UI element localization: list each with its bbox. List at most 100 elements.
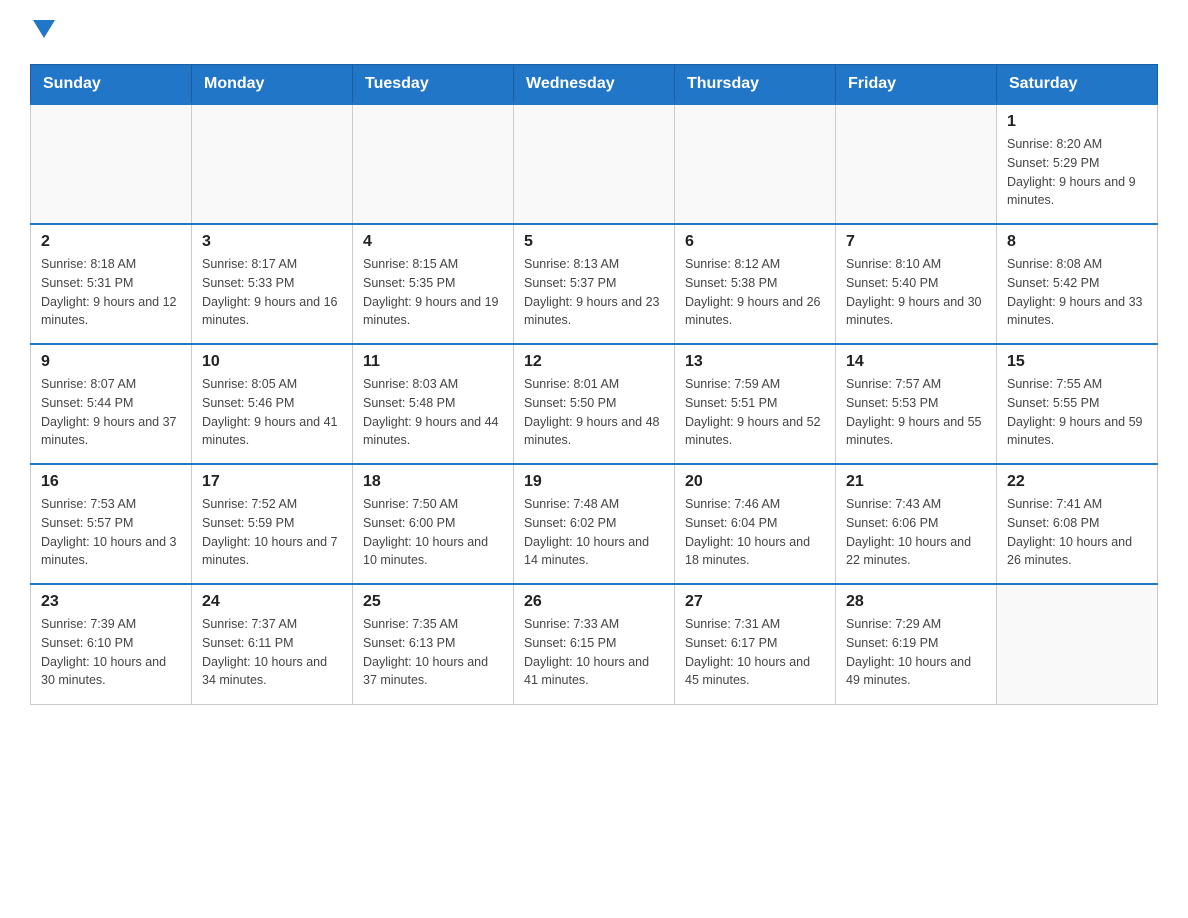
day-number: 2 [41, 233, 181, 251]
day-number: 19 [524, 473, 664, 491]
day-info: Sunrise: 8:01 AM Sunset: 5:50 PM Dayligh… [524, 375, 664, 450]
calendar-week-row: 1Sunrise: 8:20 AM Sunset: 5:29 PM Daylig… [31, 104, 1158, 224]
calendar-cell: 7Sunrise: 8:10 AM Sunset: 5:40 PM Daylig… [836, 224, 997, 344]
weekday-header: Thursday [675, 65, 836, 105]
calendar-cell: 12 Sunrise: 8:01 AM Sunset: 5:50 PM Dayli… [514, 344, 675, 464]
calendar-table: SundayMondayTuesdayWednesdayThursdayFrid… [30, 64, 1158, 705]
calendar-cell [514, 104, 675, 224]
calendar-cell [192, 104, 353, 224]
day-number: 25 [363, 593, 503, 611]
calendar-cell: 1Sunrise: 8:20 AM Sunset: 5:29 PM Daylig… [997, 104, 1158, 224]
day-number: 5 [524, 233, 664, 251]
day-info: Sunrise: 7:37 AM Sunset: 6:11 PM Dayligh… [202, 615, 342, 690]
day-number: 6 [685, 233, 825, 251]
day-info: Sunrise: 7:31 AM Sunset: 6:17 PM Dayligh… [685, 615, 825, 690]
day-info: Sunrise: 7:50 AM Sunset: 6:00 PM Dayligh… [363, 495, 503, 570]
calendar-cell [353, 104, 514, 224]
calendar-cell: 28 Sunrise: 7:29 AM Sunset: 6:19 PM Dayli… [836, 584, 997, 704]
calendar-cell: 24 Sunrise: 7:37 AM Sunset: 6:11 PM Dayli… [192, 584, 353, 704]
day-number: 14 [846, 353, 986, 371]
day-number: 16 [41, 473, 181, 491]
day-number: 3 [202, 233, 342, 251]
calendar-cell: 4Sunrise: 8:15 AM Sunset: 5:35 PM Daylig… [353, 224, 514, 344]
weekday-header: Sunday [31, 65, 192, 105]
day-info: Sunrise: 8:20 AM Sunset: 5:29 PM Dayligh… [1007, 135, 1147, 210]
calendar-cell: 8 Sunrise: 8:08 AM Sunset: 5:42 PM Daylig… [997, 224, 1158, 344]
calendar-week-row: 9 Sunrise: 8:07 AM Sunset: 5:44 PM Daylig… [31, 344, 1158, 464]
day-number: 8 [1007, 233, 1147, 251]
logo-triangle-icon [33, 20, 55, 38]
calendar-week-row: 2 Sunrise: 8:18 AM Sunset: 5:31 PM Daylig… [31, 224, 1158, 344]
day-number: 11 [363, 353, 503, 371]
weekday-header: Saturday [997, 65, 1158, 105]
calendar-cell: 27 Sunrise: 7:31 AM Sunset: 6:17 PM Dayli… [675, 584, 836, 704]
weekday-header: Monday [192, 65, 353, 105]
day-info: Sunrise: 8:17 AM Sunset: 5:33 PM Dayligh… [202, 255, 342, 330]
day-info: Sunrise: 8:05 AM Sunset: 5:46 PM Dayligh… [202, 375, 342, 450]
day-info: Sunrise: 8:03 AM Sunset: 5:48 PM Dayligh… [363, 375, 503, 450]
day-info: Sunrise: 7:48 AM Sunset: 6:02 PM Dayligh… [524, 495, 664, 570]
day-number: 28 [846, 593, 986, 611]
day-info: Sunrise: 8:08 AM Sunset: 5:42 PM Dayligh… [1007, 255, 1147, 330]
calendar-header-row: SundayMondayTuesdayWednesdayThursdayFrid… [31, 65, 1158, 105]
day-info: Sunrise: 8:12 AM Sunset: 5:38 PM Dayligh… [685, 255, 825, 330]
calendar-cell: 5 Sunrise: 8:13 AM Sunset: 5:37 PM Daylig… [514, 224, 675, 344]
calendar-cell: 11 Sunrise: 8:03 AM Sunset: 5:48 PM Dayli… [353, 344, 514, 464]
day-info: Sunrise: 8:13 AM Sunset: 5:37 PM Dayligh… [524, 255, 664, 330]
calendar-cell [836, 104, 997, 224]
weekday-header: Friday [836, 65, 997, 105]
day-number: 18 [363, 473, 503, 491]
calendar-cell: 21 Sunrise: 7:43 AM Sunset: 6:06 PM Dayli… [836, 464, 997, 584]
calendar-cell [675, 104, 836, 224]
day-info: Sunrise: 8:18 AM Sunset: 5:31 PM Dayligh… [41, 255, 181, 330]
calendar-week-row: 23 Sunrise: 7:39 AM Sunset: 6:10 PM Dayli… [31, 584, 1158, 704]
calendar-cell: 16 Sunrise: 7:53 AM Sunset: 5:57 PM Dayli… [31, 464, 192, 584]
calendar-week-row: 16 Sunrise: 7:53 AM Sunset: 5:57 PM Dayli… [31, 464, 1158, 584]
day-info: Sunrise: 7:39 AM Sunset: 6:10 PM Dayligh… [41, 615, 181, 690]
calendar-cell: 22Sunrise: 7:41 AM Sunset: 6:08 PM Dayli… [997, 464, 1158, 584]
day-number: 12 [524, 353, 664, 371]
calendar-cell [31, 104, 192, 224]
day-number: 21 [846, 473, 986, 491]
calendar-cell: 23 Sunrise: 7:39 AM Sunset: 6:10 PM Dayli… [31, 584, 192, 704]
day-info: Sunrise: 7:29 AM Sunset: 6:19 PM Dayligh… [846, 615, 986, 690]
weekday-header: Tuesday [353, 65, 514, 105]
page-header [30, 20, 1158, 44]
day-info: Sunrise: 7:43 AM Sunset: 6:06 PM Dayligh… [846, 495, 986, 570]
day-number: 24 [202, 593, 342, 611]
day-number: 26 [524, 593, 664, 611]
calendar-cell: 9 Sunrise: 8:07 AM Sunset: 5:44 PM Daylig… [31, 344, 192, 464]
calendar-cell: 20 Sunrise: 7:46 AM Sunset: 6:04 PM Dayli… [675, 464, 836, 584]
calendar-cell: 17 Sunrise: 7:52 AM Sunset: 5:59 PM Dayli… [192, 464, 353, 584]
day-number: 4 [363, 233, 503, 251]
day-number: 10 [202, 353, 342, 371]
day-info: Sunrise: 7:46 AM Sunset: 6:04 PM Dayligh… [685, 495, 825, 570]
calendar-cell [997, 584, 1158, 704]
day-number: 17 [202, 473, 342, 491]
calendar-cell: 10 Sunrise: 8:05 AM Sunset: 5:46 PM Dayli… [192, 344, 353, 464]
day-info: Sunrise: 7:53 AM Sunset: 5:57 PM Dayligh… [41, 495, 181, 570]
calendar-cell: 15 Sunrise: 7:55 AM Sunset: 5:55 PM Dayli… [997, 344, 1158, 464]
day-number: 23 [41, 593, 181, 611]
day-info: Sunrise: 7:59 AM Sunset: 5:51 PM Dayligh… [685, 375, 825, 450]
calendar-cell: 26 Sunrise: 7:33 AM Sunset: 6:15 PM Dayli… [514, 584, 675, 704]
calendar-cell: 13Sunrise: 7:59 AM Sunset: 5:51 PM Dayli… [675, 344, 836, 464]
calendar-cell: 2 Sunrise: 8:18 AM Sunset: 5:31 PM Daylig… [31, 224, 192, 344]
day-info: Sunrise: 7:35 AM Sunset: 6:13 PM Dayligh… [363, 615, 503, 690]
day-number: 27 [685, 593, 825, 611]
calendar-cell: 19 Sunrise: 7:48 AM Sunset: 6:02 PM Dayli… [514, 464, 675, 584]
day-number: 15 [1007, 353, 1147, 371]
day-info: Sunrise: 7:55 AM Sunset: 5:55 PM Dayligh… [1007, 375, 1147, 450]
weekday-header: Wednesday [514, 65, 675, 105]
calendar-cell: 3 Sunrise: 8:17 AM Sunset: 5:33 PM Daylig… [192, 224, 353, 344]
day-number: 20 [685, 473, 825, 491]
day-info: Sunrise: 7:33 AM Sunset: 6:15 PM Dayligh… [524, 615, 664, 690]
calendar-cell: 25 Sunrise: 7:35 AM Sunset: 6:13 PM Dayli… [353, 584, 514, 704]
day-info: Sunrise: 7:57 AM Sunset: 5:53 PM Dayligh… [846, 375, 986, 450]
day-number: 7 [846, 233, 986, 251]
day-number: 22 [1007, 473, 1147, 491]
day-info: Sunrise: 7:52 AM Sunset: 5:59 PM Dayligh… [202, 495, 342, 570]
day-number: 9 [41, 353, 181, 371]
day-info: Sunrise: 8:07 AM Sunset: 5:44 PM Dayligh… [41, 375, 181, 450]
logo [30, 20, 55, 44]
